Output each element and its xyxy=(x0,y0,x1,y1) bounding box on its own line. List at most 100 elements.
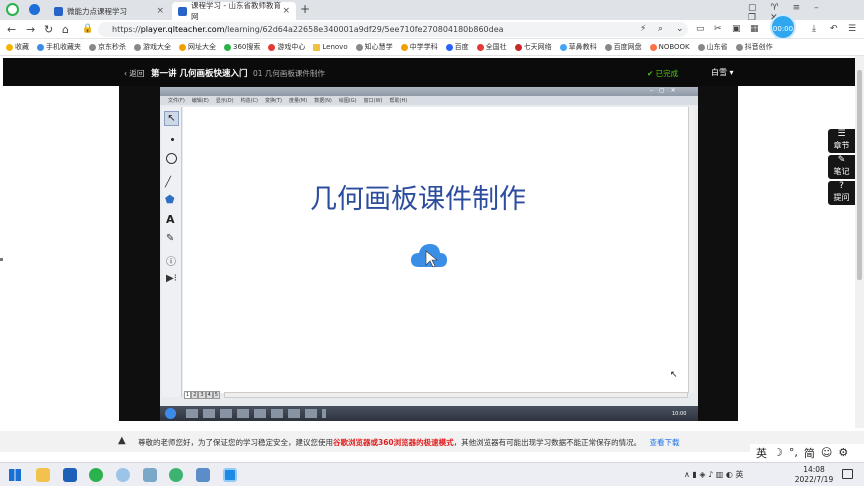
bookmark-item[interactable]: 全国社 xyxy=(476,42,507,52)
scissors-icon[interactable]: ✂ xyxy=(714,23,722,36)
k-app-icon[interactable] xyxy=(223,468,237,482)
bookmark-item[interactable]: 百度网盘 xyxy=(604,42,642,52)
bookmark-item[interactable]: 京东秒杀 xyxy=(89,42,126,52)
url-field[interactable]: https://player.qlteacher.com/learning/62… xyxy=(98,22,688,37)
bookmark-item[interactable]: 360搜索 xyxy=(224,42,260,52)
undo-icon[interactable]: ↶ xyxy=(830,23,838,36)
inner-taskbar-apps xyxy=(186,409,326,418)
timer-badge[interactable]: 00:00 xyxy=(770,14,796,40)
browser-logo-icon[interactable] xyxy=(6,3,19,16)
bookmark-item[interactable]: 山东省 xyxy=(697,42,728,52)
globe-icon xyxy=(89,43,96,51)
swirl-app-icon[interactable] xyxy=(116,468,130,482)
back-arrow-icon[interactable]: ← xyxy=(7,23,16,36)
globe-icon xyxy=(604,43,612,51)
ime-toolbar: 英 ☽ °, 简 ☺ ⚙ xyxy=(750,444,864,461)
minimize-icon[interactable]: – xyxy=(814,3,833,13)
lightning-icon[interactable]: ⚡ xyxy=(640,23,646,36)
user-menu[interactable]: 白雪 ▾ xyxy=(711,67,734,78)
forward-arrow-icon[interactable]: → xyxy=(26,23,35,36)
bookmark-item[interactable]: 手机收藏夹 xyxy=(37,42,81,52)
reload-icon[interactable]: ↻ xyxy=(44,23,53,36)
globe-icon xyxy=(134,43,141,51)
lock-icon[interactable]: 🔒 xyxy=(82,23,93,36)
browser-app-icon[interactable] xyxy=(89,468,103,482)
chevron-up-icon[interactable]: ∧ xyxy=(684,470,690,479)
hammer-app-icon[interactable] xyxy=(143,468,157,482)
bookmark-item[interactable]: 知心慧学 xyxy=(355,42,393,52)
notice-text: 尊敬的老师您好，为了保证您的学习稳定安全，建议您使用谷歌浏览器或360浏览器的极… xyxy=(138,437,680,448)
volume-icon[interactable]: ♪ xyxy=(708,470,713,479)
badge-icon[interactable]: ▢ xyxy=(748,3,771,13)
tray-lang[interactable]: 英 xyxy=(735,470,743,479)
file-explorer-icon[interactable] xyxy=(36,468,50,482)
notification-icon[interactable] xyxy=(842,469,853,479)
close-tab-icon[interactable]: × xyxy=(156,6,164,16)
page-tabs: 1 2 3 4 5 xyxy=(184,391,220,399)
network-icon[interactable]: ▥ xyxy=(716,470,724,479)
more-menu-icon[interactable]: ☰ xyxy=(848,23,856,36)
extension-icon[interactable]: ▣ xyxy=(732,23,741,36)
tab-active[interactable]: 课程学习 - 山东省教师教育网 × xyxy=(172,1,296,21)
bookmark-item[interactable]: 中学学科 xyxy=(400,42,438,52)
download-icon[interactable]: ⤓ xyxy=(812,23,816,36)
bookmark-label: 游戏中心 xyxy=(277,43,306,51)
media-app-icon[interactable] xyxy=(196,468,210,482)
home-icon[interactable]: ⌂ xyxy=(62,23,69,36)
bookmark-item[interactable]: 抖音创作 xyxy=(735,42,773,52)
globe-icon xyxy=(476,43,484,51)
url-scheme: https:// xyxy=(112,25,141,34)
inner-hscroll xyxy=(224,392,688,398)
bookmark-item[interactable]: 游戏大全 xyxy=(134,42,171,52)
bookmark-item[interactable]: 网址大全 xyxy=(179,42,216,52)
cloud-icon xyxy=(559,43,567,51)
notes-button[interactable]: ✎ 笔记 xyxy=(828,155,855,179)
emoji-icon[interactable]: ☺ xyxy=(821,446,832,459)
bookmark-item[interactable]: 七天网络 xyxy=(514,42,552,52)
tab-list-icon[interactable] xyxy=(29,4,40,15)
bookmark-item[interactable]: 草鼻教科 xyxy=(559,42,597,52)
chevron-down-icon[interactable]: ⌄ xyxy=(676,23,684,36)
moon-icon[interactable]: ☽ xyxy=(773,446,783,459)
tab-course[interactable]: 微能力点课程学习 × xyxy=(48,2,170,20)
back-button[interactable]: ‹ 返回 xyxy=(124,68,144,79)
question-button[interactable]: ? 提问 xyxy=(828,181,855,205)
bookmark-item[interactable]: 游戏中心 xyxy=(268,42,305,52)
inner-menubar: 文件(F) 编辑(E) 显示(D) 构造(C) 变换(T) 度量(M) 数据(N… xyxy=(160,96,698,105)
scrollbar-thumb[interactable] xyxy=(857,70,862,280)
bookmark-label: 百度网盘 xyxy=(613,43,642,51)
reader-icon[interactable]: ▭ xyxy=(696,23,705,36)
new-tab-button[interactable]: + xyxy=(300,2,310,16)
mic-icon[interactable]: ▮ xyxy=(692,470,696,479)
download-link[interactable]: 查看下载 xyxy=(650,438,680,447)
clock-date: 2022/7/19 xyxy=(794,475,834,484)
tray-clock[interactable]: 14:08 2022/7/19 xyxy=(792,465,836,485)
menu-icon[interactable]: ≡ xyxy=(793,3,815,13)
settings-gear-icon[interactable]: ⚙ xyxy=(838,446,848,459)
geometry-toolbox: ↖ ╱ ⬟ A ✎ ⓘ ▶⁝ xyxy=(162,107,182,397)
close-tab-icon[interactable]: × xyxy=(282,6,290,16)
shirt-icon[interactable]: ♈ xyxy=(771,3,793,13)
bookmark-item[interactable]: Lenovo xyxy=(313,43,348,51)
question-icon: ? xyxy=(839,181,844,191)
sigma-app-icon[interactable] xyxy=(63,468,77,482)
text-tool-icon: A xyxy=(166,213,175,226)
shield-icon[interactable]: ◈ xyxy=(699,470,705,479)
bookmark-item[interactable]: 百度 xyxy=(445,42,469,52)
page-tab: 2 xyxy=(191,391,199,399)
windows-start-icon[interactable] xyxy=(9,469,21,481)
puzzle-icon[interactable]: ▦ xyxy=(750,23,759,36)
bookmark-label: 百度 xyxy=(454,43,469,51)
bookmark-item[interactable]: NOBOOK xyxy=(649,43,690,51)
chat-app-icon[interactable] xyxy=(169,468,183,482)
wechat-icon[interactable]: ◐ xyxy=(726,470,733,479)
video-frame[interactable]: –▢✕ 文件(F) 编辑(E) 显示(D) 构造(C) 变换(T) 度量(M) … xyxy=(160,87,698,421)
ime-lang-toggle[interactable]: 英 xyxy=(756,445,767,461)
cloud-play-icon[interactable] xyxy=(409,240,449,270)
search-icon[interactable]: ⌕ xyxy=(658,23,663,36)
page-scrollbar[interactable] xyxy=(855,56,864,428)
punctuation-icon[interactable]: °, xyxy=(789,446,798,459)
ime-mode-toggle[interactable]: 简 xyxy=(804,445,815,461)
bookmark-item[interactable]: 收藏 xyxy=(6,42,29,52)
chapter-button[interactable]: ☰ 章节 xyxy=(828,129,855,153)
